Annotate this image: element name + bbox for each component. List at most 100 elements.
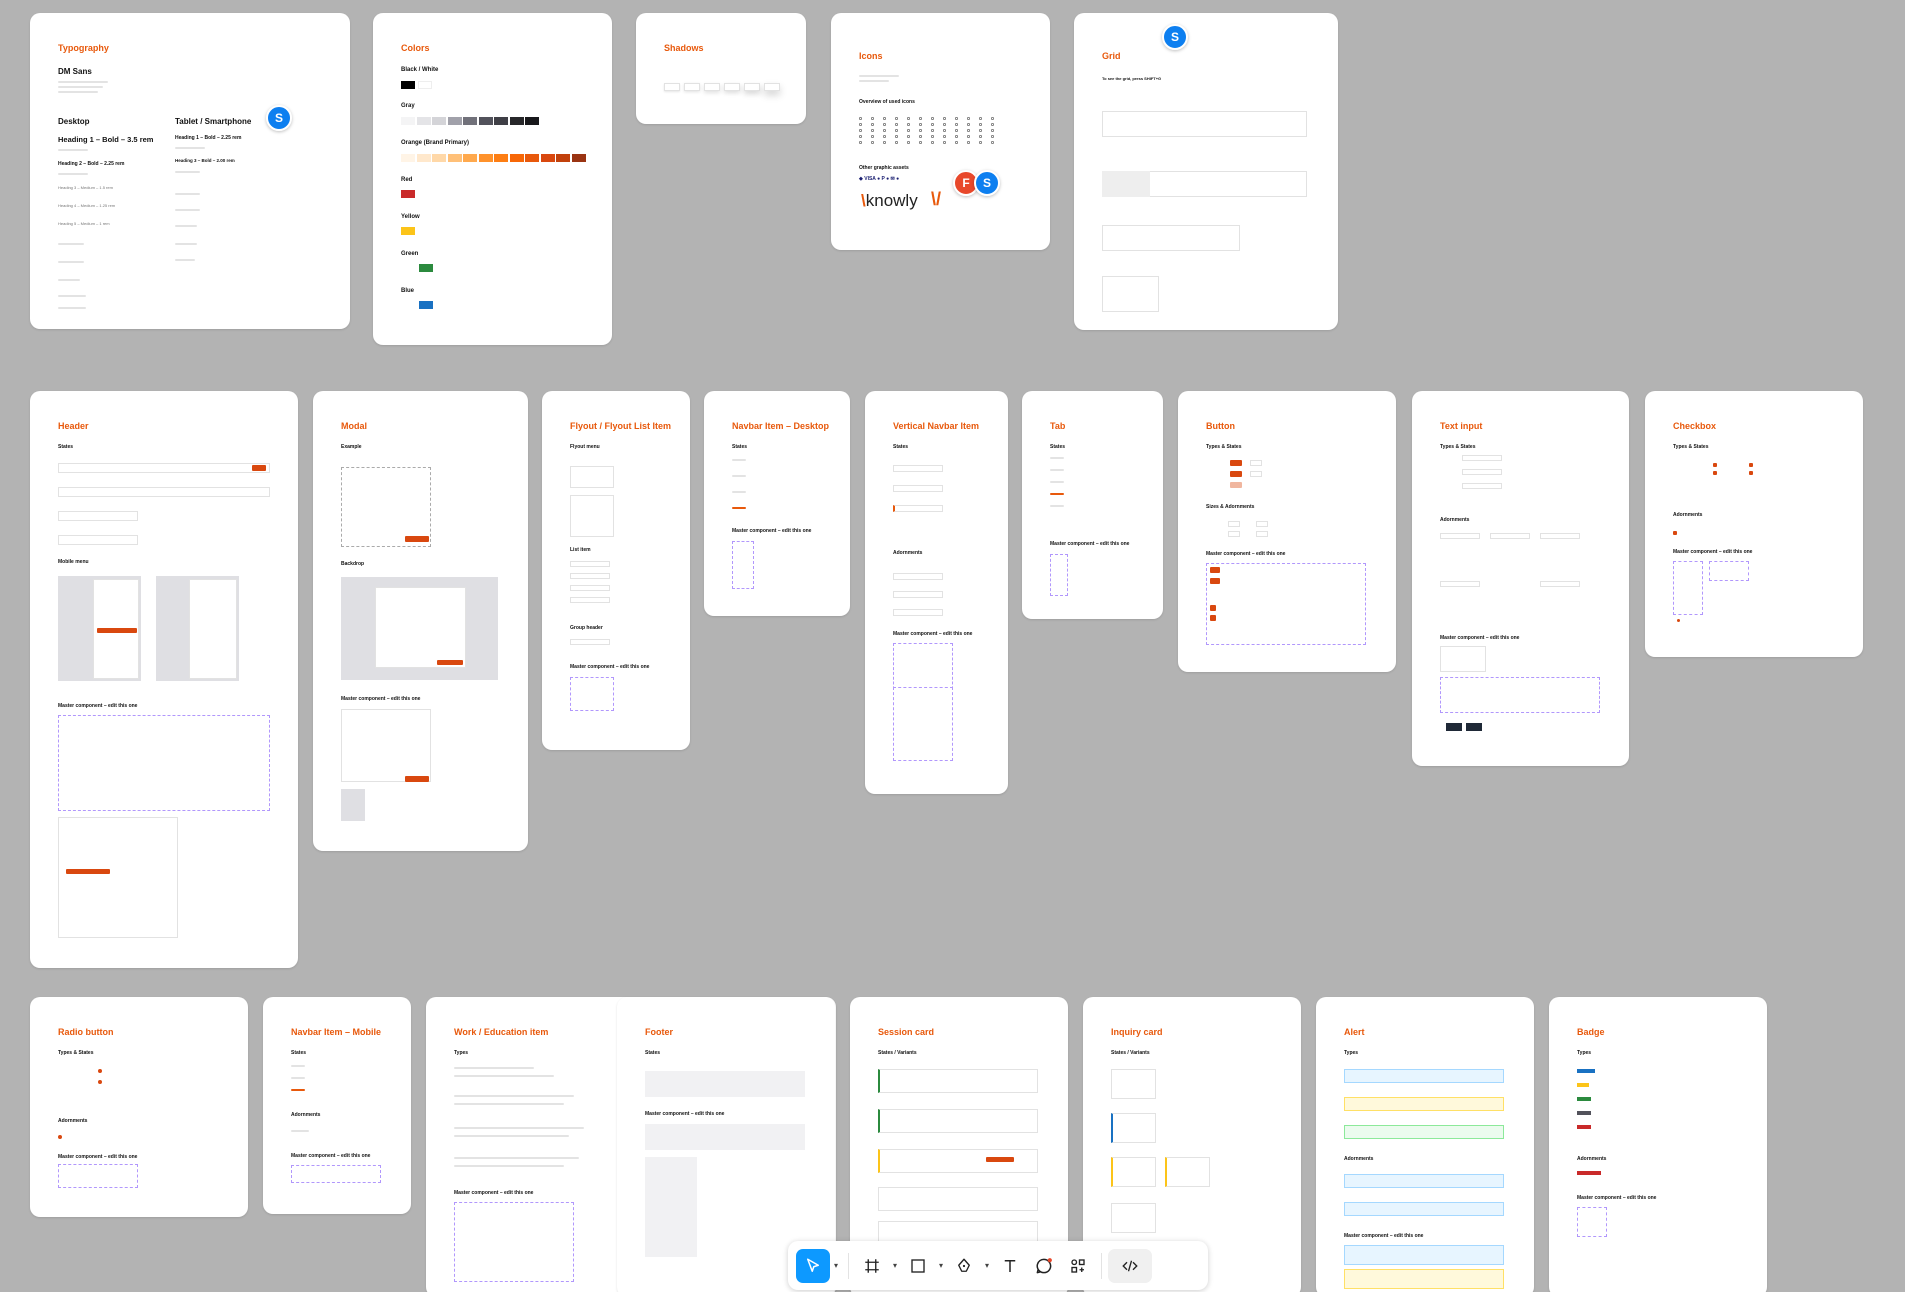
pen-tool-menu-chevron-icon[interactable]: ▾	[981, 1249, 993, 1283]
text-tool-icon[interactable]	[993, 1249, 1027, 1283]
frame-title: Text input	[1440, 421, 1483, 431]
icon-cell	[955, 123, 958, 126]
icon-cell	[931, 117, 934, 120]
states-label: States / Variants	[878, 1050, 917, 1056]
actions-tool-icon[interactable]	[1061, 1249, 1095, 1283]
frame-tab[interactable]: Tab States Master component – edit this …	[1022, 391, 1163, 619]
icon-cell	[907, 141, 910, 144]
other-assets-label: Other graphic assets	[859, 165, 909, 171]
adornments-label: Adornments	[58, 1118, 88, 1124]
group-header-label: Group header	[570, 625, 603, 631]
frame-colors[interactable]: Colors Black / White Gray Orange (Brand …	[373, 13, 612, 345]
move-tool-icon[interactable]	[796, 1248, 830, 1283]
icon-cell	[991, 123, 994, 126]
master-label: Master component – edit this one	[1673, 549, 1753, 555]
h5-desktop: Heading 5 – Medium – 1 rem	[58, 221, 110, 226]
color-swatch	[416, 154, 431, 162]
collaborator-avatar-s[interactable]: S	[974, 170, 1000, 196]
sizes-label: Sizes & Adornments	[1206, 504, 1255, 510]
frame-radio[interactable]: Radio button Types & States Adornments M…	[30, 997, 248, 1217]
h1-tablet: Heading 1 – Bold – 2.25 rem	[175, 135, 242, 141]
icon-cell	[943, 129, 946, 132]
frame-grid[interactable]: Grid To see the grid, press SHIFT+G	[1074, 13, 1338, 330]
frame-shadows[interactable]: Shadows	[636, 13, 806, 124]
types-label: Types & States	[1206, 444, 1242, 450]
icon-cell	[871, 117, 874, 120]
color-swatch	[478, 154, 493, 162]
types-label: Types & States	[1673, 444, 1709, 450]
frame-title: Footer	[645, 1027, 673, 1037]
icon-cell	[943, 135, 946, 138]
frame-checkbox[interactable]: Checkbox Types & States Adornments Maste…	[1645, 391, 1863, 657]
frame-tool-icon[interactable]	[855, 1249, 889, 1283]
shape-tool-menu-chevron-icon[interactable]: ▾	[935, 1249, 947, 1283]
icon-cell	[919, 141, 922, 144]
icon-cell	[967, 129, 970, 132]
icon-cell	[871, 123, 874, 126]
mobile-menu-label: Mobile menu	[58, 559, 89, 565]
icon-cell	[943, 117, 946, 120]
frame-tool-menu-chevron-icon[interactable]: ▾	[889, 1249, 901, 1283]
frame-alert[interactable]: Alert Types Adornments Master component …	[1316, 997, 1534, 1292]
frame-header[interactable]: Header States Mobile menu Master compone…	[30, 391, 298, 968]
icon-cell	[991, 135, 994, 138]
icon-cell	[907, 123, 910, 126]
frame-title: Navbar Item – Mobile	[291, 1027, 382, 1037]
icon-cell	[955, 141, 958, 144]
dev-mode-toggle-icon[interactable]	[1108, 1248, 1152, 1283]
pen-tool-icon[interactable]	[947, 1249, 981, 1283]
color-swatch	[463, 154, 477, 162]
frame-vertical-navbar[interactable]: Vertical Navbar Item States Adornments M…	[865, 391, 1008, 794]
icons-overview-label: Overview of used icons	[859, 99, 915, 105]
icon-cell	[907, 117, 910, 120]
master-label: Master component – edit this one	[454, 1190, 534, 1196]
frame-modal[interactable]: Modal Example Backdrop Master component …	[313, 391, 528, 851]
icon-cell	[871, 135, 874, 138]
icon-cell	[931, 135, 934, 138]
collaborator-avatar-s[interactable]: S	[1162, 24, 1188, 50]
states-label: States	[291, 1050, 307, 1056]
frame-title: Navbar Item – Desktop	[732, 421, 830, 431]
master-label: Master component – edit this one	[732, 528, 812, 534]
color-swatch	[447, 154, 462, 162]
master-label: Master component – edit this one	[645, 1111, 725, 1117]
icon-cell	[895, 123, 898, 126]
h3-desktop: Heading 3 – Medium – 1.5 rem	[58, 185, 113, 190]
icon-cell	[979, 141, 982, 144]
master-label: Master component – edit this one	[1050, 541, 1130, 547]
frame-typography[interactable]: Typography DM Sans Desktop Tablet / Smar…	[30, 13, 350, 329]
icon-cell	[907, 135, 910, 138]
icon-cell	[907, 129, 910, 132]
frame-badge[interactable]: Badge Types Adornments Master component …	[1549, 997, 1767, 1292]
icon-cell	[859, 129, 862, 132]
comment-tool-icon[interactable]	[1027, 1249, 1061, 1283]
frame-title: Icons	[859, 51, 883, 61]
frame-title: Radio button	[58, 1027, 114, 1037]
master-label: Master component – edit this one	[1440, 635, 1520, 641]
color-swatch	[432, 117, 446, 125]
icon-cell	[931, 129, 934, 132]
yellow-swatch	[401, 227, 415, 235]
states-label: States	[893, 444, 909, 450]
collaborator-avatar-s[interactable]: S	[266, 105, 292, 131]
states-label: States / Variants	[1111, 1050, 1150, 1056]
frame-icons[interactable]: Icons Overview of used icons Other graph…	[831, 13, 1050, 250]
frame-title: Typography	[58, 43, 109, 53]
frame-flyout[interactable]: Flyout / Flyout List Item Flyout menu Li…	[542, 391, 690, 750]
master-label: Master component – edit this one	[341, 696, 421, 702]
frame-navbar-mobile[interactable]: Navbar Item – Mobile States Adornments M…	[263, 997, 411, 1214]
frame-button[interactable]: Button Types & States Sizes & Adornments…	[1178, 391, 1396, 672]
icon-cell	[919, 123, 922, 126]
frame-title: Badge	[1577, 1027, 1605, 1037]
master-label: Master component – edit this one	[893, 631, 973, 637]
icon-cell	[955, 117, 958, 120]
frame-navbar-desktop[interactable]: Navbar Item – Desktop States Master comp…	[704, 391, 850, 616]
icon-cell	[895, 117, 898, 120]
master-label: Master component – edit this one	[291, 1153, 371, 1159]
tablet-heading: Tablet / Smartphone	[175, 117, 252, 126]
frame-text-input[interactable]: Text input Types & States Adornments Mas…	[1412, 391, 1629, 766]
master-label: Master component – edit this one	[1206, 551, 1286, 557]
shape-tool-icon[interactable]	[901, 1249, 935, 1283]
move-tool-menu-chevron-icon[interactable]: ▾	[830, 1249, 842, 1283]
knowly-mark: \/	[931, 189, 942, 209]
